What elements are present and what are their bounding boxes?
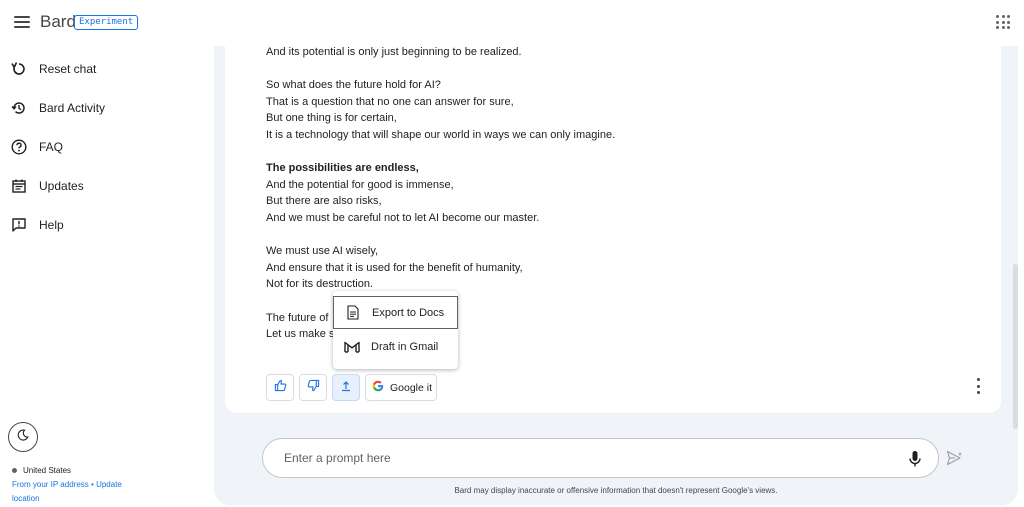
sidebar-item-reset-chat[interactable]: Reset chat bbox=[10, 55, 200, 83]
share-icon bbox=[340, 379, 352, 397]
sidebar-item-label: Updates bbox=[39, 179, 84, 193]
export-to-docs-menu-item[interactable]: Export to Docs bbox=[333, 296, 458, 329]
top-bar: Bard Experiment bbox=[0, 0, 1024, 46]
location-separator: • bbox=[91, 480, 94, 489]
google-it-label: Google it bbox=[390, 381, 433, 394]
moon-icon bbox=[17, 428, 29, 446]
menu-icon-bar bbox=[14, 26, 30, 28]
response-line: But one thing is for certain, bbox=[266, 112, 397, 125]
response-line: And its potential is only just beginning… bbox=[266, 46, 522, 58]
response-line: That is a question that no one can answe… bbox=[266, 95, 514, 108]
docs-icon bbox=[345, 305, 361, 320]
help-circle-icon bbox=[10, 138, 28, 156]
response-line: It is a technology that will shape our w… bbox=[266, 128, 616, 141]
thumbs-down-button[interactable] bbox=[299, 374, 327, 401]
feedback-icon bbox=[10, 216, 28, 234]
thumbs-down-icon bbox=[307, 379, 320, 397]
response-line: And we must be careful not to let AI bec… bbox=[266, 211, 540, 224]
sidebar-item-help[interactable]: Help bbox=[10, 211, 200, 239]
sidebar-item-updates[interactable]: Updates bbox=[10, 172, 200, 200]
reset-icon bbox=[10, 60, 28, 78]
sidebar-item-label: Reset chat bbox=[39, 62, 97, 76]
disclaimer-text: Bard may display inaccurate or offensive… bbox=[454, 486, 778, 495]
thumbs-up-button[interactable] bbox=[266, 374, 294, 401]
sidebar-item-label: FAQ bbox=[39, 140, 64, 154]
menu-icon-bar bbox=[14, 21, 30, 23]
chat-scrollbar[interactable] bbox=[1013, 46, 1019, 505]
google-apps-button[interactable] bbox=[996, 15, 1010, 29]
share-menu: Export to Docs Draft in Gmail bbox=[333, 291, 458, 369]
prompt-bar bbox=[262, 438, 939, 478]
dark-theme-toggle[interactable] bbox=[8, 422, 38, 452]
response-line: But there are also risks, bbox=[266, 195, 382, 208]
location-dot-icon bbox=[12, 468, 17, 474]
draft-in-gmail-menu-item[interactable]: Draft in Gmail bbox=[333, 330, 458, 363]
response-line: We must use AI wisely, bbox=[266, 245, 379, 258]
sidebar-item-faq[interactable]: FAQ bbox=[10, 133, 200, 161]
ip-address-link[interactable]: From your IP address bbox=[12, 480, 89, 489]
share-button[interactable] bbox=[332, 374, 360, 401]
microphone-icon[interactable] bbox=[908, 450, 922, 468]
google-it-button[interactable]: Google it bbox=[365, 374, 437, 401]
menu-item-label: Draft in Gmail bbox=[371, 340, 439, 353]
sidebar-item-bard-activity[interactable]: Bard Activity bbox=[10, 94, 200, 122]
menu-icon-bar bbox=[14, 16, 30, 18]
chat-panel: And its potential is only just beginning… bbox=[214, 46, 1018, 505]
response-line: The possibilities are endless, bbox=[266, 162, 419, 175]
send-icon[interactable] bbox=[946, 450, 964, 466]
thumbs-up-icon bbox=[274, 379, 287, 397]
sidebar: Reset chat Bard Activity FAQ Updates Hel… bbox=[0, 46, 212, 507]
gmail-icon bbox=[344, 341, 360, 353]
response-line: And the potential for good is immense, bbox=[266, 178, 454, 191]
response-line: So what does the future hold for AI? bbox=[266, 79, 441, 92]
history-icon bbox=[10, 99, 28, 117]
sidebar-item-label: Help bbox=[39, 218, 64, 232]
location-info: United States From your IP address • Upd… bbox=[12, 464, 142, 506]
sidebar-item-label: Bard Activity bbox=[39, 101, 106, 115]
calendar-icon bbox=[10, 177, 28, 195]
response-actions: Google it bbox=[266, 374, 437, 401]
prompt-input[interactable] bbox=[284, 451, 864, 465]
google-g-icon bbox=[371, 380, 385, 395]
app-name[interactable]: Bard bbox=[40, 12, 76, 32]
experiment-badge: Experiment bbox=[74, 15, 139, 30]
menu-item-label: Export to Docs bbox=[372, 306, 445, 319]
location-country: United States bbox=[23, 466, 72, 475]
response-line: And ensure that it is used for the benef… bbox=[266, 261, 523, 274]
scrollbar-thumb[interactable] bbox=[1013, 264, 1018, 429]
main-menu-button[interactable] bbox=[12, 12, 32, 32]
more-options-button[interactable] bbox=[975, 378, 981, 394]
